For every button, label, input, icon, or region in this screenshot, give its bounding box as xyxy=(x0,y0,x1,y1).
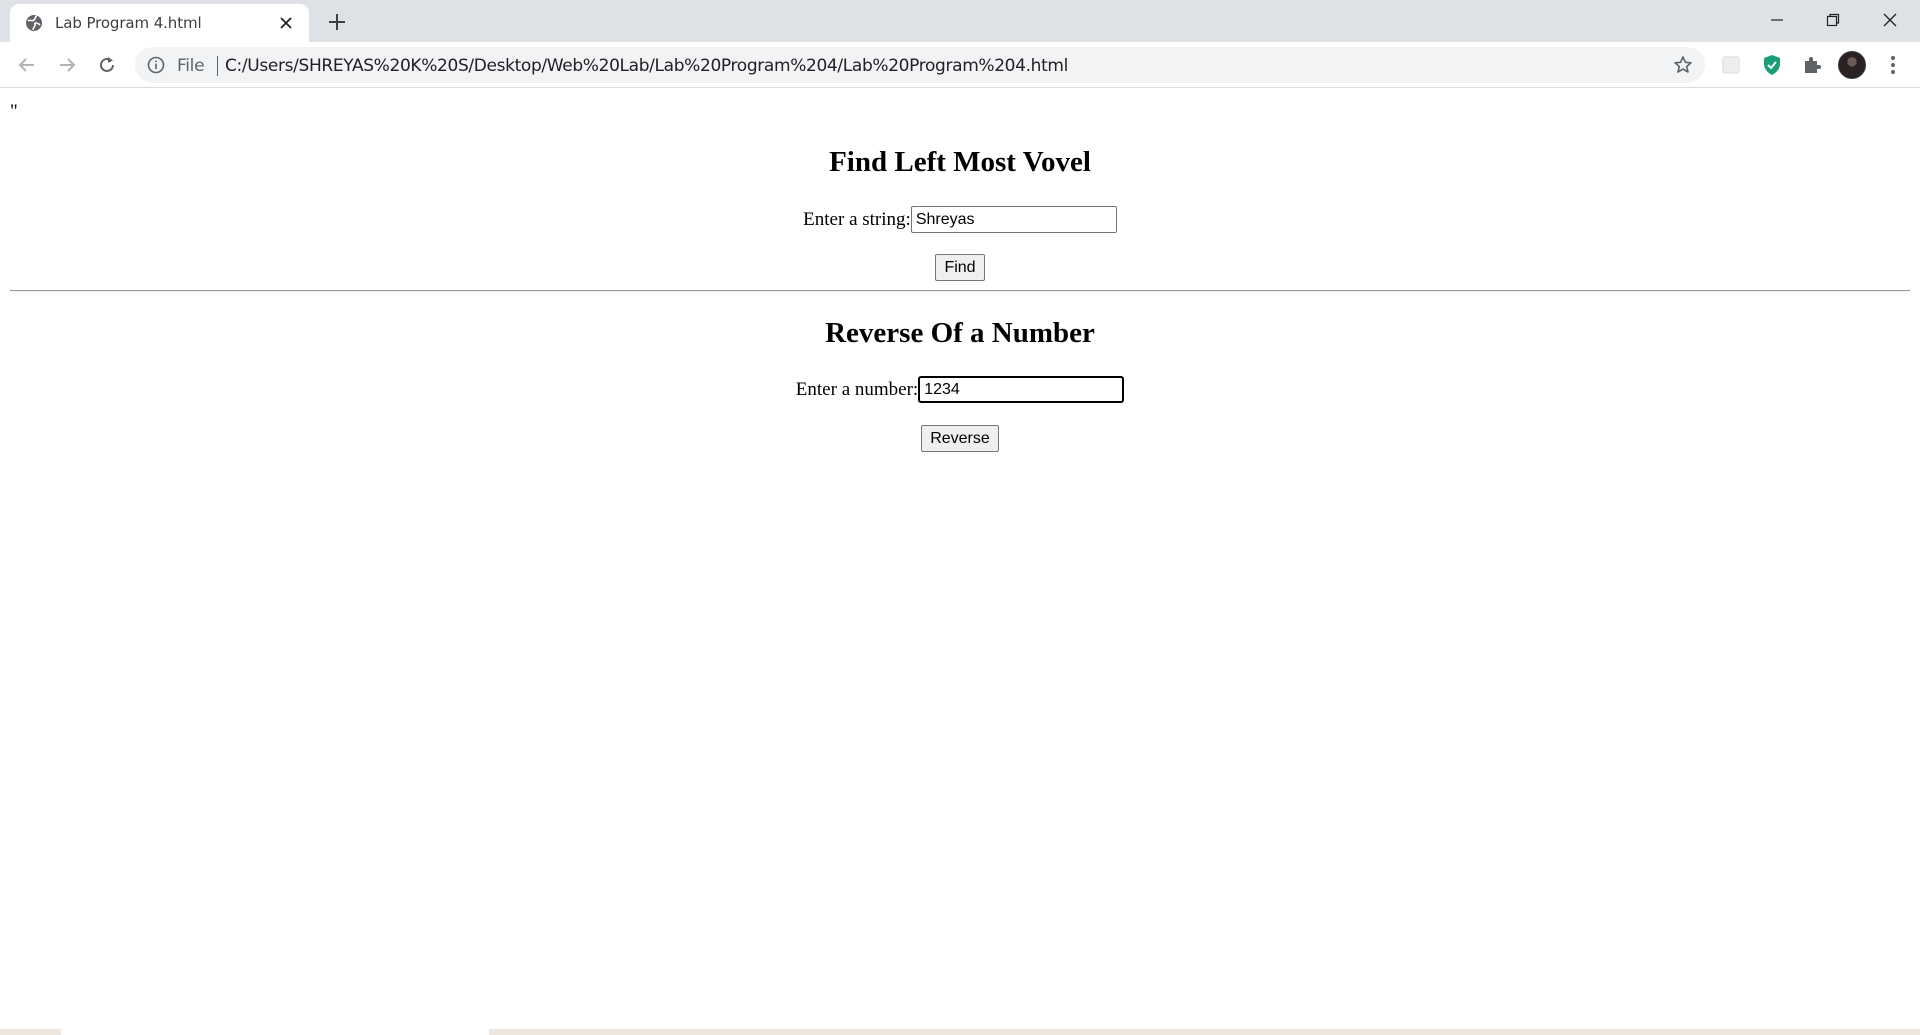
puzzle-icon[interactable] xyxy=(1800,53,1824,77)
extension-placeholder-icon[interactable] xyxy=(1719,53,1743,77)
tab-title: Lab Program 4.html xyxy=(55,14,202,32)
forward-arrow-icon[interactable] xyxy=(53,51,81,79)
number-label: Enter a number: xyxy=(795,378,919,400)
vowel-section: Find Left Most Vovel xyxy=(0,146,1920,179)
info-icon[interactable] xyxy=(147,56,165,74)
star-icon[interactable] xyxy=(1673,55,1693,75)
globe-icon xyxy=(26,15,42,31)
taskbar-item xyxy=(61,1029,489,1035)
minimize-icon[interactable] xyxy=(1754,6,1800,34)
divider xyxy=(10,290,1910,292)
address-url[interactable]: C:/Users/SHREYAS%20K%20S/Desktop/Web%20L… xyxy=(225,56,1068,76)
tab-strip: Lab Program 4.html xyxy=(0,0,1920,42)
reload-icon[interactable] xyxy=(93,51,121,79)
reverse-button[interactable]: Reverse xyxy=(921,425,999,452)
reverse-button-row: Reverse xyxy=(0,425,1920,452)
address-separator xyxy=(217,56,218,76)
address-bar[interactable]: File C:/Users/SHREYAS%20K%20S/Desktop/We… xyxy=(135,47,1705,83)
plus-icon[interactable] xyxy=(325,10,349,34)
restore-icon[interactable] xyxy=(1810,6,1856,34)
close-window-icon[interactable] xyxy=(1867,6,1913,34)
back-arrow-icon[interactable] xyxy=(13,51,41,79)
number-input[interactable] xyxy=(918,376,1125,403)
avatar[interactable] xyxy=(1838,51,1866,79)
find-button-row: Find xyxy=(0,254,1920,281)
browser-tab[interactable]: Lab Program 4.html xyxy=(10,4,309,42)
browser-toolbar: File C:/Users/SHREYAS%20K%20S/Desktop/We… xyxy=(0,42,1920,88)
address-scheme-label: File xyxy=(177,56,205,76)
close-icon[interactable] xyxy=(277,14,295,32)
page-content: " Find Left Most Vovel Enter a string: F… xyxy=(0,89,1920,1029)
reverse-heading: Reverse Of a Number xyxy=(825,317,1095,349)
kebab-menu-icon[interactable] xyxy=(1881,53,1905,77)
reverse-input-row: Enter a number: xyxy=(0,376,1920,403)
shield-check-icon[interactable] xyxy=(1760,53,1784,77)
string-input[interactable] xyxy=(910,206,1117,233)
vowel-input-row: Enter a string: xyxy=(0,206,1920,233)
stray-quote-text: " xyxy=(10,101,18,122)
reverse-section: Reverse Of a Number xyxy=(0,317,1920,350)
string-label: Enter a string: xyxy=(803,208,911,230)
vowel-heading: Find Left Most Vovel xyxy=(829,146,1091,178)
find-button[interactable]: Find xyxy=(935,254,985,281)
taskbar-edge xyxy=(0,1029,1920,1035)
